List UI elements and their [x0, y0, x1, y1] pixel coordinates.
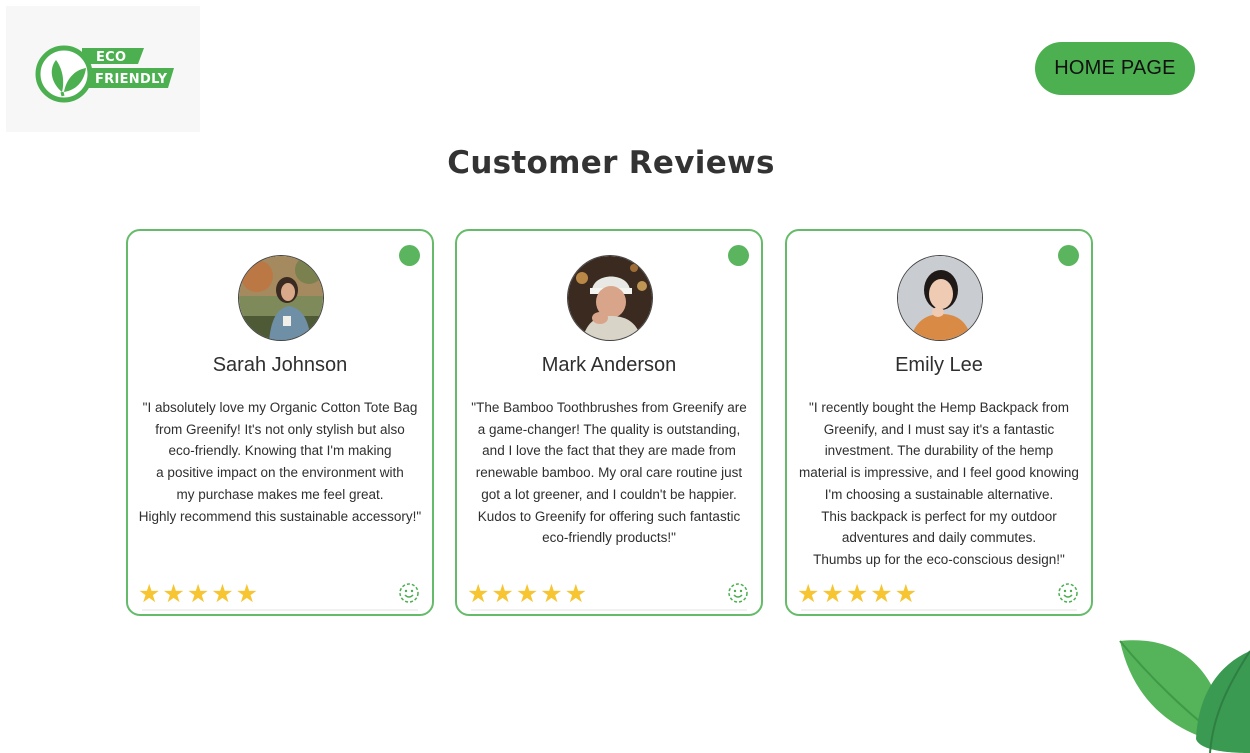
- review-text: "The Bamboo Toothbrushes from Greenify a…: [471, 400, 747, 546]
- smiley-icon: [399, 583, 419, 603]
- review-card-mark: Mark Anderson "The Bamboo Toothbrushes f…: [455, 229, 763, 616]
- review-text: "I recently bought the Hemp Backpack fro…: [799, 400, 1079, 567]
- divider: [471, 609, 747, 611]
- star-rating: ★★★★★: [467, 580, 590, 608]
- divider: [142, 609, 418, 611]
- star-rating: ★★★★★: [138, 580, 261, 608]
- review-card-sarah: Sarah Johnson "I absolutely love my Orga…: [126, 229, 434, 616]
- status-dot: [728, 245, 749, 266]
- reviewer-name: Emily Lee: [895, 354, 983, 376]
- logo-text-eco: ECO: [96, 50, 127, 65]
- eco-friendly-logo: ECO FRIENDLY: [6, 6, 200, 132]
- avatar: [897, 255, 983, 341]
- smiley-icon: [728, 583, 748, 603]
- review-text: "I absolutely love my Organic Cotton Tot…: [138, 400, 422, 524]
- avatar: [567, 255, 653, 341]
- decorative-leaves-icon: [1119, 640, 1250, 753]
- divider: [801, 609, 1077, 611]
- smiley-icon: [1058, 583, 1078, 603]
- review-card-emily: Emily Lee "I recently bought the Hemp Ba…: [785, 229, 1093, 616]
- page-title: Customer Reviews: [447, 145, 775, 181]
- reviewer-name: Sarah Johnson: [212, 354, 348, 376]
- home-page-button[interactable]: HOME PAGE: [1035, 42, 1195, 95]
- star-rating: ★★★★★: [797, 580, 920, 608]
- logo-text-friendly: FRIENDLY: [95, 72, 168, 87]
- reviewer-name: Mark Anderson: [541, 354, 677, 376]
- status-dot: [399, 245, 420, 266]
- status-dot: [1058, 245, 1079, 266]
- avatar: [238, 255, 324, 341]
